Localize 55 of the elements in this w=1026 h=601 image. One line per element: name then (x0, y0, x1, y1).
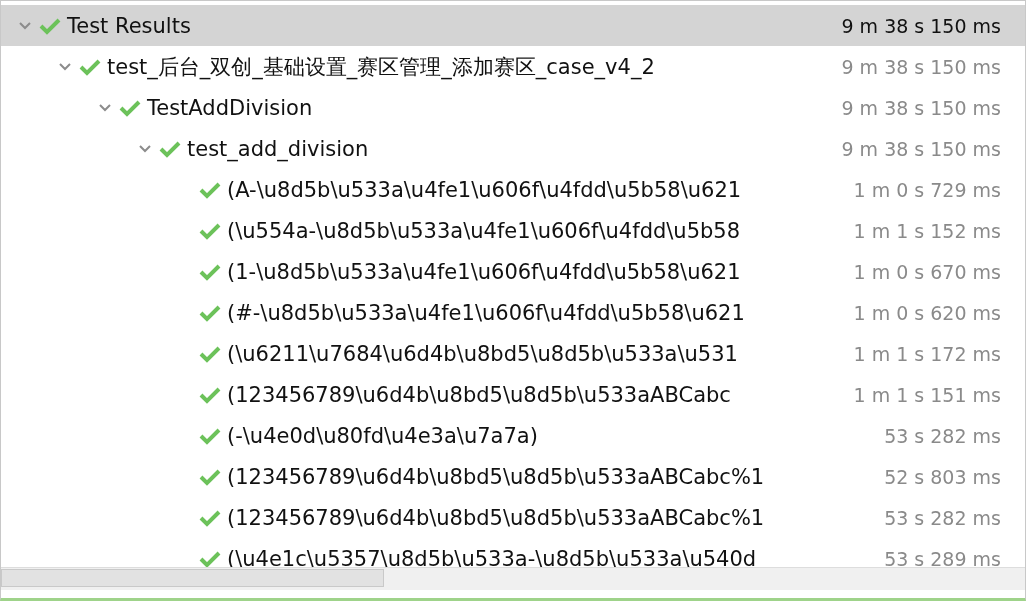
tree-row[interactable]: test_后台_双创_基础设置_赛区管理_添加赛区_case_v4_2 9 m 38 s 150 ms (1, 46, 1025, 87)
test-duration: 9 m 38 s 150 ms (841, 55, 1001, 78)
scrollbar-thumb[interactable] (1, 569, 384, 587)
test-name: (#-\u8d5b\u533a\u4fe1\u606f\u4fdd\u5b58\u621 (227, 300, 746, 325)
test-name: (1-\u8d5b\u533a\u4fe1\u606f\u4fdd\u5b58\u621 (227, 259, 742, 284)
tree-row[interactable]: (123456789\u6d4b\u8bd5\u8d5b\u533aABCabc 1 m 1 s 151 ms (1, 374, 1025, 415)
checkmark-icon (199, 303, 221, 322)
test-name: test_add_division (187, 136, 370, 161)
test-duration: 1 m 0 s 620 ms (853, 301, 1001, 324)
tree-row[interactable]: (123456789\u6d4b\u8bd5\u8d5b\u533aABCabc%1 53 s 282 ms (1, 497, 1025, 538)
tree-row[interactable]: (\u554a-\u8d5b\u533a\u4fe1\u606f\u4fdd\u5b58 1 m 1 s 152 ms (1, 210, 1025, 251)
test-duration: 1 m 0 s 729 ms (853, 178, 1001, 201)
test-name: TestAddDivision (147, 95, 314, 120)
checkmark-icon (199, 221, 221, 240)
test-name: (\u6211\u7684\u6d4b\u8bd5\u8d5b\u533a\u531 (227, 341, 739, 366)
checkmark-icon (199, 467, 221, 486)
test-duration: 1 m 1 s 152 ms (853, 219, 1001, 242)
test-name: (123456789\u6d4b\u8bd5\u8d5b\u533aABCabc%1 (227, 464, 766, 489)
tree-row[interactable]: test_add_division 9 m 38 s 150 ms (1, 128, 1025, 169)
tree-row[interactable]: (A-\u8d5b\u533a\u4fe1\u606f\u4fdd\u5b58\u621 1 m 0 s 729 ms (1, 169, 1025, 210)
test-duration: 1 m 1 s 172 ms (853, 342, 1001, 365)
test-name: Test Results (67, 13, 192, 38)
checkmark-icon (159, 139, 181, 158)
checkmark-icon (199, 549, 221, 567)
checkmark-icon (79, 57, 101, 76)
test-duration: 53 s 282 ms (884, 506, 1001, 529)
test-name: (A-\u8d5b\u533a\u4fe1\u606f\u4fdd\u5b58\u621 (227, 177, 743, 202)
checkmark-icon (199, 508, 221, 527)
test-duration: 53 s 282 ms (884, 424, 1001, 447)
test-duration: 1 m 1 s 151 ms (853, 383, 1001, 406)
test-duration: 9 m 38 s 150 ms (841, 96, 1001, 119)
checkmark-icon (39, 16, 61, 35)
test-name: (123456789\u6d4b\u8bd5\u8d5b\u533aABCabc%1 (227, 505, 766, 530)
checkmark-icon (199, 180, 221, 199)
test-duration: 9 m 38 s 150 ms (841, 14, 1001, 37)
tree-row[interactable]: (-\u4e0d\u80fd\u4e3a\u7a7a) 53 s 282 ms (1, 415, 1025, 456)
checkmark-icon (199, 385, 221, 404)
tree-row[interactable]: (#-\u8d5b\u533a\u4fe1\u606f\u4fdd\u5b58\u621 1 m 0 s 620 ms (1, 292, 1025, 333)
tree-row[interactable]: Test Results 9 m 38 s 150 ms (1, 5, 1025, 46)
test-duration: 1 m 0 s 670 ms (853, 260, 1001, 283)
checkmark-icon (199, 344, 221, 363)
test-name: test_后台_双创_基础设置_赛区管理_添加赛区_case_v4_2 (107, 53, 656, 81)
checkmark-icon (199, 426, 221, 445)
tree-row[interactable]: TestAddDivision 9 m 38 s 150 ms (1, 87, 1025, 128)
test-duration: 9 m 38 s 150 ms (841, 137, 1001, 160)
test-duration: 52 s 803 ms (884, 465, 1001, 488)
checkmark-icon (119, 98, 141, 117)
test-name: (-\u4e0d\u80fd\u4e3a\u7a7a) (227, 423, 539, 448)
tree-row[interactable]: (123456789\u6d4b\u8bd5\u8d5b\u533aABCabc%1 52 s 803 ms (1, 456, 1025, 497)
tree-row[interactable]: (\u6211\u7684\u6d4b\u8bd5\u8d5b\u533a\u531 1 m 1 s 172 ms (1, 333, 1025, 374)
test-duration: 53 s 289 ms (884, 547, 1001, 567)
tree-row[interactable]: (1-\u8d5b\u533a\u4fe1\u606f\u4fdd\u5b58\u621 1 m 0 s 670 ms (1, 251, 1025, 292)
test-name: (\u554a-\u8d5b\u533a\u4fe1\u606f\u4fdd\u5b58 (227, 218, 742, 243)
checkmark-icon (199, 262, 221, 281)
test-name: (123456789\u6d4b\u8bd5\u8d5b\u533aABCabc (227, 382, 732, 407)
